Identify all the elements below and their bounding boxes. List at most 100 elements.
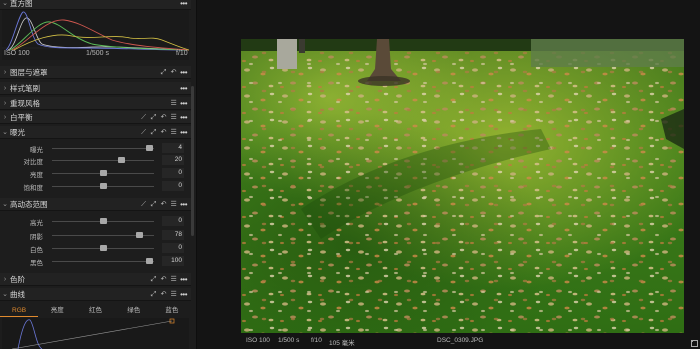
more-icon[interactable]: ••• (180, 113, 187, 122)
section-exposure[interactable]: ⌄ 曝光 ⟋ ⤢ ↶ ☰ ••• (0, 126, 191, 139)
status-filename: DSC_0309.JPG (437, 337, 484, 344)
section-hdr[interactable]: ⌄ 高动态范围 ⟋ ⤢ ↶ ☰ ••• (0, 198, 191, 211)
expand-icon[interactable]: ⤢ (160, 69, 167, 76)
hist-iso: ISO 100 (4, 50, 30, 57)
chevron-right-icon[interactable]: › (0, 114, 10, 121)
picker-icon[interactable]: ⟋ (140, 129, 147, 136)
chevron-right-icon[interactable]: › (0, 100, 10, 107)
section-curve[interactable]: ⌄ 曲线 ⤢ ↶ ☰ ••• (0, 288, 191, 301)
section-title: 样式笔刷 (10, 83, 40, 93)
panel-scrollbar[interactable] (191, 86, 194, 236)
status-bar: ISO 100 1/500 s f/10 105 毫米 DSC_0309.JPG (241, 333, 698, 349)
slider-exposure[interactable]: 曝光 4 (0, 142, 191, 154)
chevron-down-icon[interactable]: ⌄ (0, 290, 10, 298)
slider-value[interactable]: 0 (162, 168, 184, 178)
slider-whites[interactable]: 白色 0 (0, 242, 191, 254)
slider-label: 黑色 (30, 260, 43, 267)
tab-red[interactable]: 红色 (76, 305, 114, 317)
slider-knob[interactable] (146, 145, 153, 151)
slider-value[interactable]: 100 (162, 256, 184, 266)
more-icon[interactable]: ••• (180, 200, 187, 209)
section-style-brush[interactable]: › 样式笔刷 ••• (0, 82, 191, 95)
curve-editor[interactable] (2, 318, 189, 349)
slider-value[interactable]: 78 (162, 230, 184, 240)
expand-icon[interactable]: ⤢ (150, 276, 157, 283)
slider-track[interactable] (52, 148, 154, 149)
list-icon[interactable]: ☰ (170, 100, 177, 107)
more-icon[interactable]: ••• (180, 128, 187, 137)
slider-knob[interactable] (100, 170, 107, 176)
tool-panel: ⌄ 直方图 ••• ISO 100 1/500 s f/10 › 图层与遮罩 ⤢… (0, 0, 197, 349)
slider-shadows[interactable]: 阴影 78 (0, 229, 191, 241)
slider-value[interactable]: 0 (162, 243, 184, 253)
slider-label: 高光 (30, 220, 43, 227)
section-levels[interactable]: › 色阶 ⤢ ↶ ☰ ••• (0, 273, 191, 286)
slider-value[interactable]: 0 (162, 216, 184, 226)
slider-track[interactable] (52, 261, 154, 262)
list-icon[interactable]: ☰ (170, 291, 177, 298)
reset-icon[interactable]: ↶ (160, 201, 167, 208)
more-icon[interactable]: ••• (180, 84, 187, 93)
status-focal: 105 毫米 (329, 340, 355, 347)
slider-contrast[interactable]: 对比度 20 (0, 154, 191, 166)
reset-icon[interactable]: ↶ (160, 114, 167, 121)
slider-highlights[interactable]: 高光 0 (0, 215, 191, 227)
more-icon[interactable]: ••• (180, 290, 187, 299)
section-title: 重现风格 (10, 98, 40, 108)
chevron-down-icon[interactable]: ⌄ (0, 0, 10, 7)
slider-track[interactable] (52, 160, 154, 161)
frame-icon[interactable] (691, 340, 698, 347)
chevron-down-icon[interactable]: ⌄ (0, 200, 10, 208)
more-icon[interactable]: ••• (180, 99, 187, 108)
section-title: 色阶 (10, 274, 25, 284)
chevron-right-icon[interactable]: › (0, 85, 10, 92)
picker-icon[interactable]: ⟋ (140, 114, 147, 121)
slider-value[interactable]: 4 (162, 143, 184, 153)
expand-icon[interactable]: ⤢ (150, 201, 157, 208)
chevron-right-icon[interactable]: › (0, 69, 10, 76)
slider-label: 曝光 (30, 147, 43, 154)
reset-icon[interactable]: ↶ (160, 291, 167, 298)
slider-knob[interactable] (100, 183, 107, 189)
tab-rgb[interactable]: RGB (0, 305, 39, 317)
slider-label: 亮度 (30, 172, 43, 179)
chevron-right-icon[interactable]: › (0, 276, 10, 283)
slider-value[interactable]: 20 (162, 155, 184, 165)
section-layers[interactable]: › 图层与遮罩 ⤢ ↶ ••• (0, 66, 191, 79)
tab-green[interactable]: 绿色 (115, 305, 153, 317)
hist-shutter: 1/500 s (86, 50, 109, 57)
hist-aperture: f/10 (176, 50, 188, 57)
slider-knob[interactable] (136, 232, 143, 238)
picker-icon[interactable]: ⟋ (140, 201, 147, 208)
expand-icon[interactable]: ⤢ (150, 114, 157, 121)
section-white-balance[interactable]: › 白平衡 ⟋ ⤢ ↶ ☰ ••• (0, 111, 191, 124)
slider-blacks[interactable]: 黑色 100 (0, 255, 191, 267)
slider-value[interactable]: 0 (162, 181, 184, 191)
list-icon[interactable]: ☰ (170, 201, 177, 208)
reset-icon[interactable]: ↶ (160, 129, 167, 136)
expand-icon[interactable]: ⤢ (150, 291, 157, 298)
histogram-header[interactable]: ⌄ 直方图 ••• (0, 0, 191, 10)
more-icon[interactable]: ••• (180, 68, 187, 77)
slider-knob[interactable] (100, 218, 107, 224)
tab-blue[interactable]: 蓝色 (153, 305, 191, 317)
slider-saturation[interactable]: 饱和度 0 (0, 180, 191, 192)
reset-icon[interactable]: ↶ (170, 69, 177, 76)
photo-canvas[interactable] (241, 39, 684, 333)
more-icon[interactable]: ••• (180, 275, 187, 284)
list-icon[interactable]: ☰ (170, 114, 177, 121)
slider-label: 白色 (30, 247, 43, 254)
slider-knob[interactable] (146, 258, 153, 264)
reset-icon[interactable]: ↶ (160, 276, 167, 283)
slider-brightness[interactable]: 亮度 0 (0, 167, 191, 179)
list-icon[interactable]: ☰ (170, 276, 177, 283)
section-title: 曝光 (10, 127, 25, 137)
list-icon[interactable]: ☰ (170, 129, 177, 136)
slider-knob[interactable] (100, 245, 107, 251)
slider-knob[interactable] (118, 157, 125, 163)
chevron-down-icon[interactable]: ⌄ (0, 128, 10, 136)
more-icon[interactable]: ••• (180, 0, 187, 8)
expand-icon[interactable]: ⤢ (150, 129, 157, 136)
section-reproduce-style[interactable]: › 重现风格 ☰ ••• (0, 97, 191, 110)
tab-luma[interactable]: 亮度 (38, 305, 76, 317)
